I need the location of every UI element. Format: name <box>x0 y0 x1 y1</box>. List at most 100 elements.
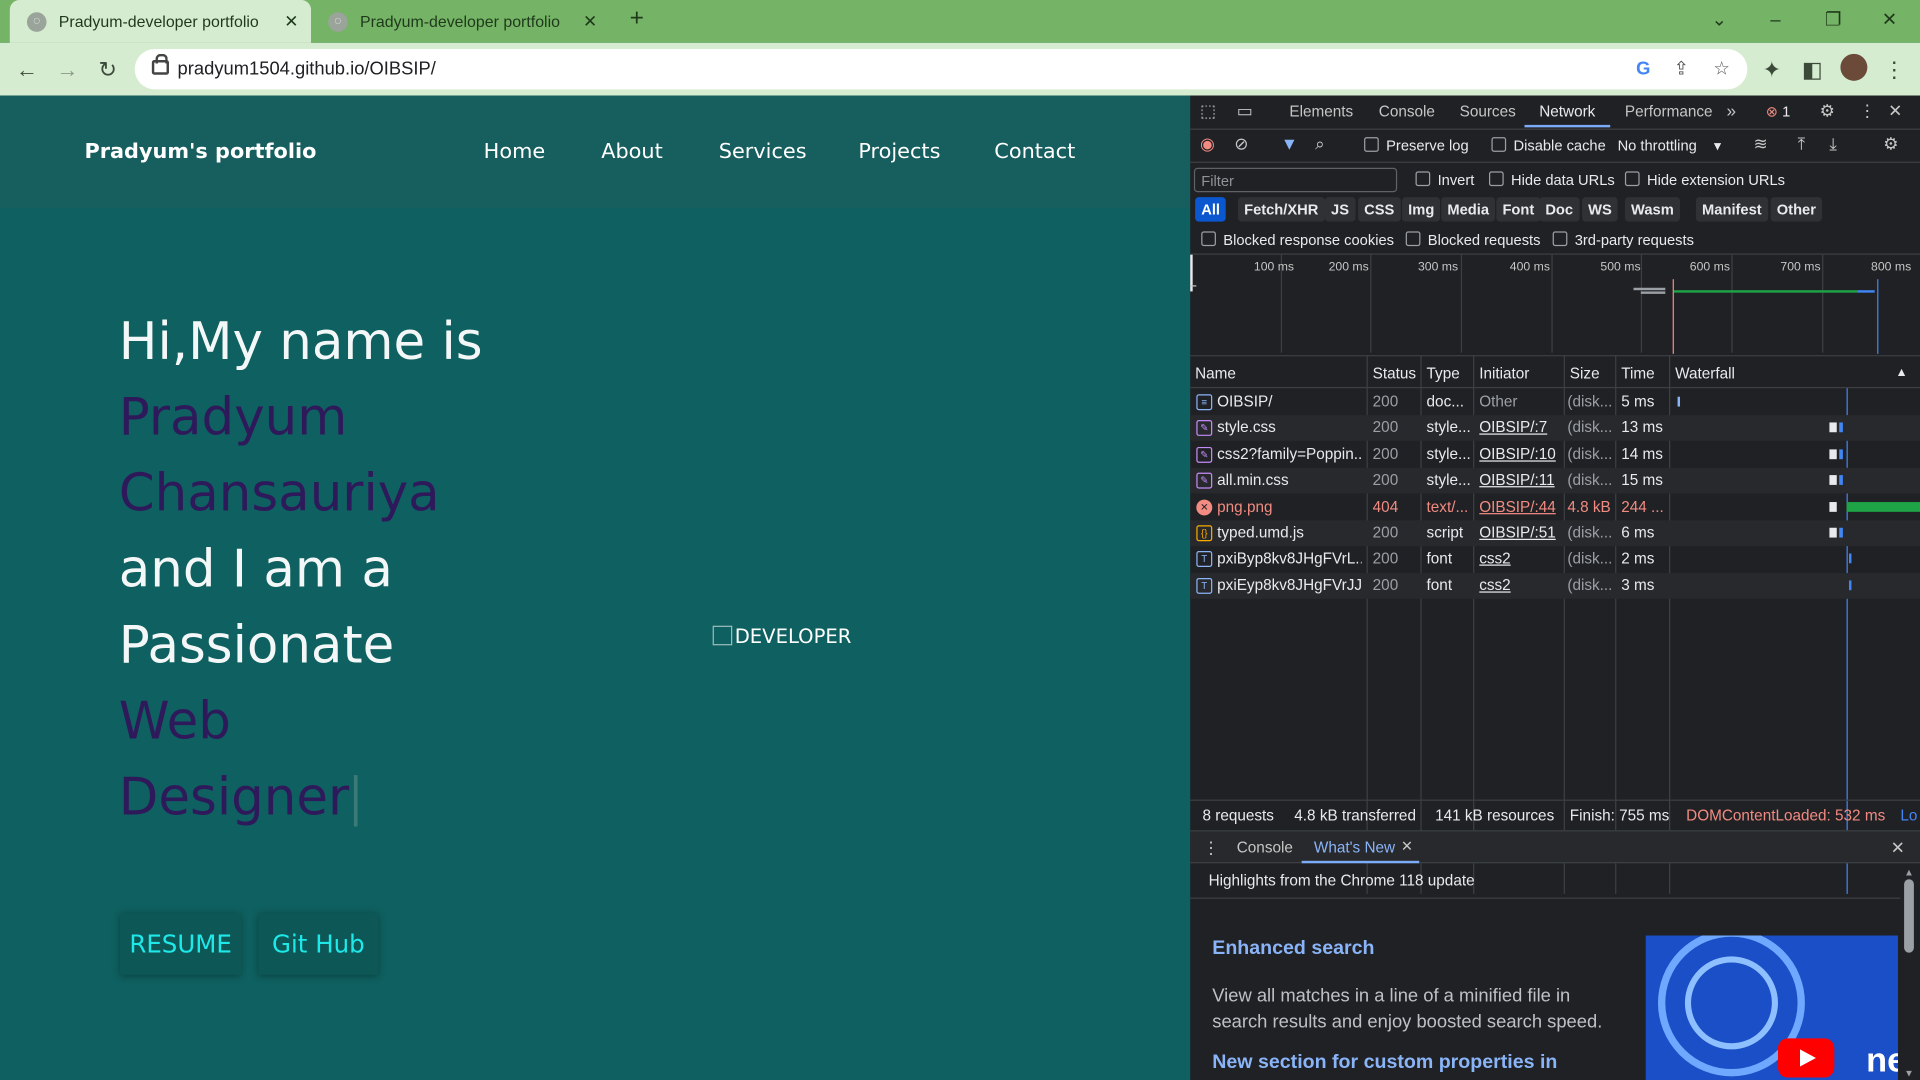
checkbox[interactable] <box>1364 137 1379 152</box>
cell-initiator[interactable]: OIBSIP/:51 <box>1479 524 1560 541</box>
table-row[interactable]: {} typed.umd.js 200 script OIBSIP/:51 (disk..… <box>1190 520 1920 547</box>
blocked-requests-checkbox[interactable]: Blocked requests <box>1405 231 1540 249</box>
nav-services[interactable]: Services <box>719 140 807 164</box>
google-icon[interactable]: G <box>1630 56 1657 83</box>
close-devtools-icon[interactable]: ✕ <box>1888 100 1902 121</box>
cell-initiator[interactable]: OIBSIP/:7 <box>1479 419 1560 436</box>
filter-chip-media[interactable]: Media <box>1441 197 1496 222</box>
blocked-cookies-checkbox[interactable]: Blocked response cookies <box>1201 231 1394 249</box>
nav-about[interactable]: About <box>601 140 663 164</box>
more-options-icon[interactable]: ⋮ <box>1859 100 1876 121</box>
site-brand[interactable]: Pradyum's portfolio <box>84 140 316 164</box>
disable-cache-checkbox[interactable]: Disable cache <box>1491 137 1606 154</box>
sort-arrow-icon[interactable]: ▲ <box>1896 366 1908 379</box>
table-row[interactable]: ✎ all.min.css 200 style... OIBSIP/:11 (disk..… <box>1190 467 1920 494</box>
address-bar[interactable]: pradyum1504.github.io/OIBSIP/ G ⇪ ☆ <box>134 48 1748 90</box>
scroll-down-arrow-icon[interactable]: ▼ <box>1904 1068 1914 1079</box>
cell-initiator[interactable]: OIBSIP/:44 <box>1479 498 1560 515</box>
filter-chip-js[interactable]: JS <box>1324 197 1356 222</box>
column-size[interactable]: Size <box>1570 365 1600 382</box>
whats-new-item-title[interactable]: Enhanced search <box>1212 938 1374 960</box>
inspect-element-icon[interactable]: ⬚ <box>1200 100 1216 121</box>
tab-console[interactable]: Console <box>1379 103 1435 120</box>
checkbox[interactable] <box>1624 171 1640 187</box>
hide-extension-urls-checkbox[interactable]: Hide extension URLs <box>1624 171 1785 189</box>
filter-chip-font[interactable]: Font <box>1496 197 1541 222</box>
filter-chip-all[interactable]: All <box>1195 197 1227 222</box>
nav-contact[interactable]: Contact <box>994 140 1075 164</box>
column-type[interactable]: Type <box>1427 365 1460 382</box>
search-icon[interactable]: ⌕ <box>1315 133 1325 154</box>
network-settings-icon[interactable]: ⚙ <box>1883 133 1898 154</box>
close-tab-icon[interactable]: ✕ <box>578 11 602 32</box>
filter-chip-fetch[interactable]: Fetch/XHR <box>1237 197 1325 222</box>
checkbox[interactable] <box>1488 171 1504 187</box>
close-drawer-icon[interactable]: ✕ <box>1891 838 1905 859</box>
column-waterfall[interactable]: Waterfall <box>1675 365 1735 382</box>
drawer-tab-console[interactable]: Console <box>1237 839 1293 856</box>
filter-chip-css[interactable]: CSS <box>1357 197 1401 222</box>
column-status[interactable]: Status <box>1373 365 1416 382</box>
error-counter[interactable]: ⊗ 1 <box>1766 103 1791 120</box>
youtube-play-icon[interactable] <box>1777 1038 1835 1078</box>
cell-initiator[interactable]: OIBSIP/:10 <box>1479 445 1560 462</box>
table-row[interactable]: TpxiEyp8kv8JHgFVrJJ... 200 font css2 (disk..… <box>1190 572 1920 599</box>
checkbox[interactable] <box>1552 231 1568 247</box>
invert-checkbox[interactable]: Invert <box>1415 171 1474 189</box>
column-name[interactable]: Name <box>1195 365 1236 382</box>
bookmark-star-icon[interactable]: ☆ <box>1708 56 1735 83</box>
record-icon[interactable]: ◉ <box>1200 133 1215 154</box>
checkbox[interactable] <box>1491 137 1507 152</box>
table-row[interactable]: ✎ css2?family=Poppin... 200 style... OIBSIP/… <box>1190 442 1920 468</box>
export-har-icon[interactable]: ⤓ <box>1829 133 1837 154</box>
nav-home[interactable]: Home <box>484 140 545 164</box>
extensions-icon[interactable]: ✦ <box>1756 54 1788 86</box>
network-conditions-icon[interactable]: ≋ <box>1753 133 1767 154</box>
throttling-select[interactable]: No throttling ▾ <box>1618 137 1722 154</box>
table-row[interactable]: ✎ style.css 200 style... OIBSIP/:7 (disk... 13… <box>1190 415 1920 442</box>
cell-initiator[interactable]: OIBSIP/:11 <box>1479 472 1560 489</box>
menu-icon[interactable]: ⋮ <box>1878 54 1910 86</box>
video-thumbnail[interactable]: ne <box>1645 935 1898 1080</box>
checkbox[interactable] <box>1201 231 1216 247</box>
filter-icon[interactable]: ▼ <box>1281 133 1298 153</box>
filter-chip-manifest[interactable]: Manifest <box>1695 197 1768 222</box>
column-time[interactable]: Time <box>1621 365 1654 382</box>
tab-performance[interactable]: Performance <box>1625 103 1713 120</box>
minimize-icon[interactable]: – <box>1747 5 1803 37</box>
avatar[interactable] <box>1840 53 1868 81</box>
resume-button[interactable]: RESUME <box>120 913 242 975</box>
restore-icon[interactable]: ❐ <box>1805 5 1861 37</box>
settings-gear-icon[interactable]: ⚙ <box>1820 100 1835 121</box>
back-icon[interactable]: ← <box>11 54 43 86</box>
cell-initiator[interactable]: css2 <box>1479 550 1560 567</box>
share-icon[interactable]: ⇪ <box>1668 56 1695 83</box>
tab-search-icon[interactable]: ⌄ <box>1691 5 1747 37</box>
browser-tab-active[interactable]: ◌ Pradyum-developer portfolio ✕ <box>9 0 312 43</box>
checkbox[interactable] <box>1415 171 1431 187</box>
close-drawer-tab-icon[interactable]: ✕ <box>1401 838 1413 855</box>
device-toolbar-icon[interactable]: ▭ <box>1237 100 1253 121</box>
scroll-up-arrow-icon[interactable]: ▲ <box>1904 867 1914 878</box>
drawer-menu-icon[interactable]: ⋮ <box>1202 838 1219 859</box>
table-row[interactable]: ≡ OIBSIP/200 doc... Other (disk... 5 ms <box>1190 389 1920 415</box>
drawer-scrollbar[interactable]: ▲ ▼ <box>1900 866 1918 1080</box>
tab-elements[interactable]: Elements <box>1289 103 1353 120</box>
hide-data-urls-checkbox[interactable]: Hide data URLs <box>1488 171 1615 189</box>
table-row[interactable]: ✕ png.png 404 text/... OIBSIP/:44 4.8 kB 244 .… <box>1190 494 1920 520</box>
browser-tab[interactable]: ◌ Pradyum-developer portfolio ✕ <box>311 0 610 43</box>
filter-input[interactable]: Filter <box>1193 167 1398 193</box>
nav-projects[interactable]: Projects <box>858 140 940 164</box>
whats-new-item-title[interactable]: New section for custom properties in <box>1212 1052 1557 1074</box>
scrollbar-thumb[interactable] <box>1904 879 1914 953</box>
filter-chip-ws[interactable]: WS <box>1582 197 1618 222</box>
close-window-icon[interactable]: ✕ <box>1861 5 1917 37</box>
new-tab-button[interactable]: + <box>622 5 651 37</box>
tab-network[interactable]: Network <box>1539 103 1595 120</box>
column-initiator[interactable]: Initiator <box>1479 365 1529 382</box>
tab-sources[interactable]: Sources <box>1460 103 1516 120</box>
preserve-log-checkbox[interactable]: Preserve log <box>1364 137 1469 154</box>
close-tab-icon[interactable]: ✕ <box>279 11 303 32</box>
drawer-tab-whats-new[interactable]: What's New <box>1314 839 1395 856</box>
import-har-icon[interactable]: ⤒ <box>1798 133 1806 154</box>
